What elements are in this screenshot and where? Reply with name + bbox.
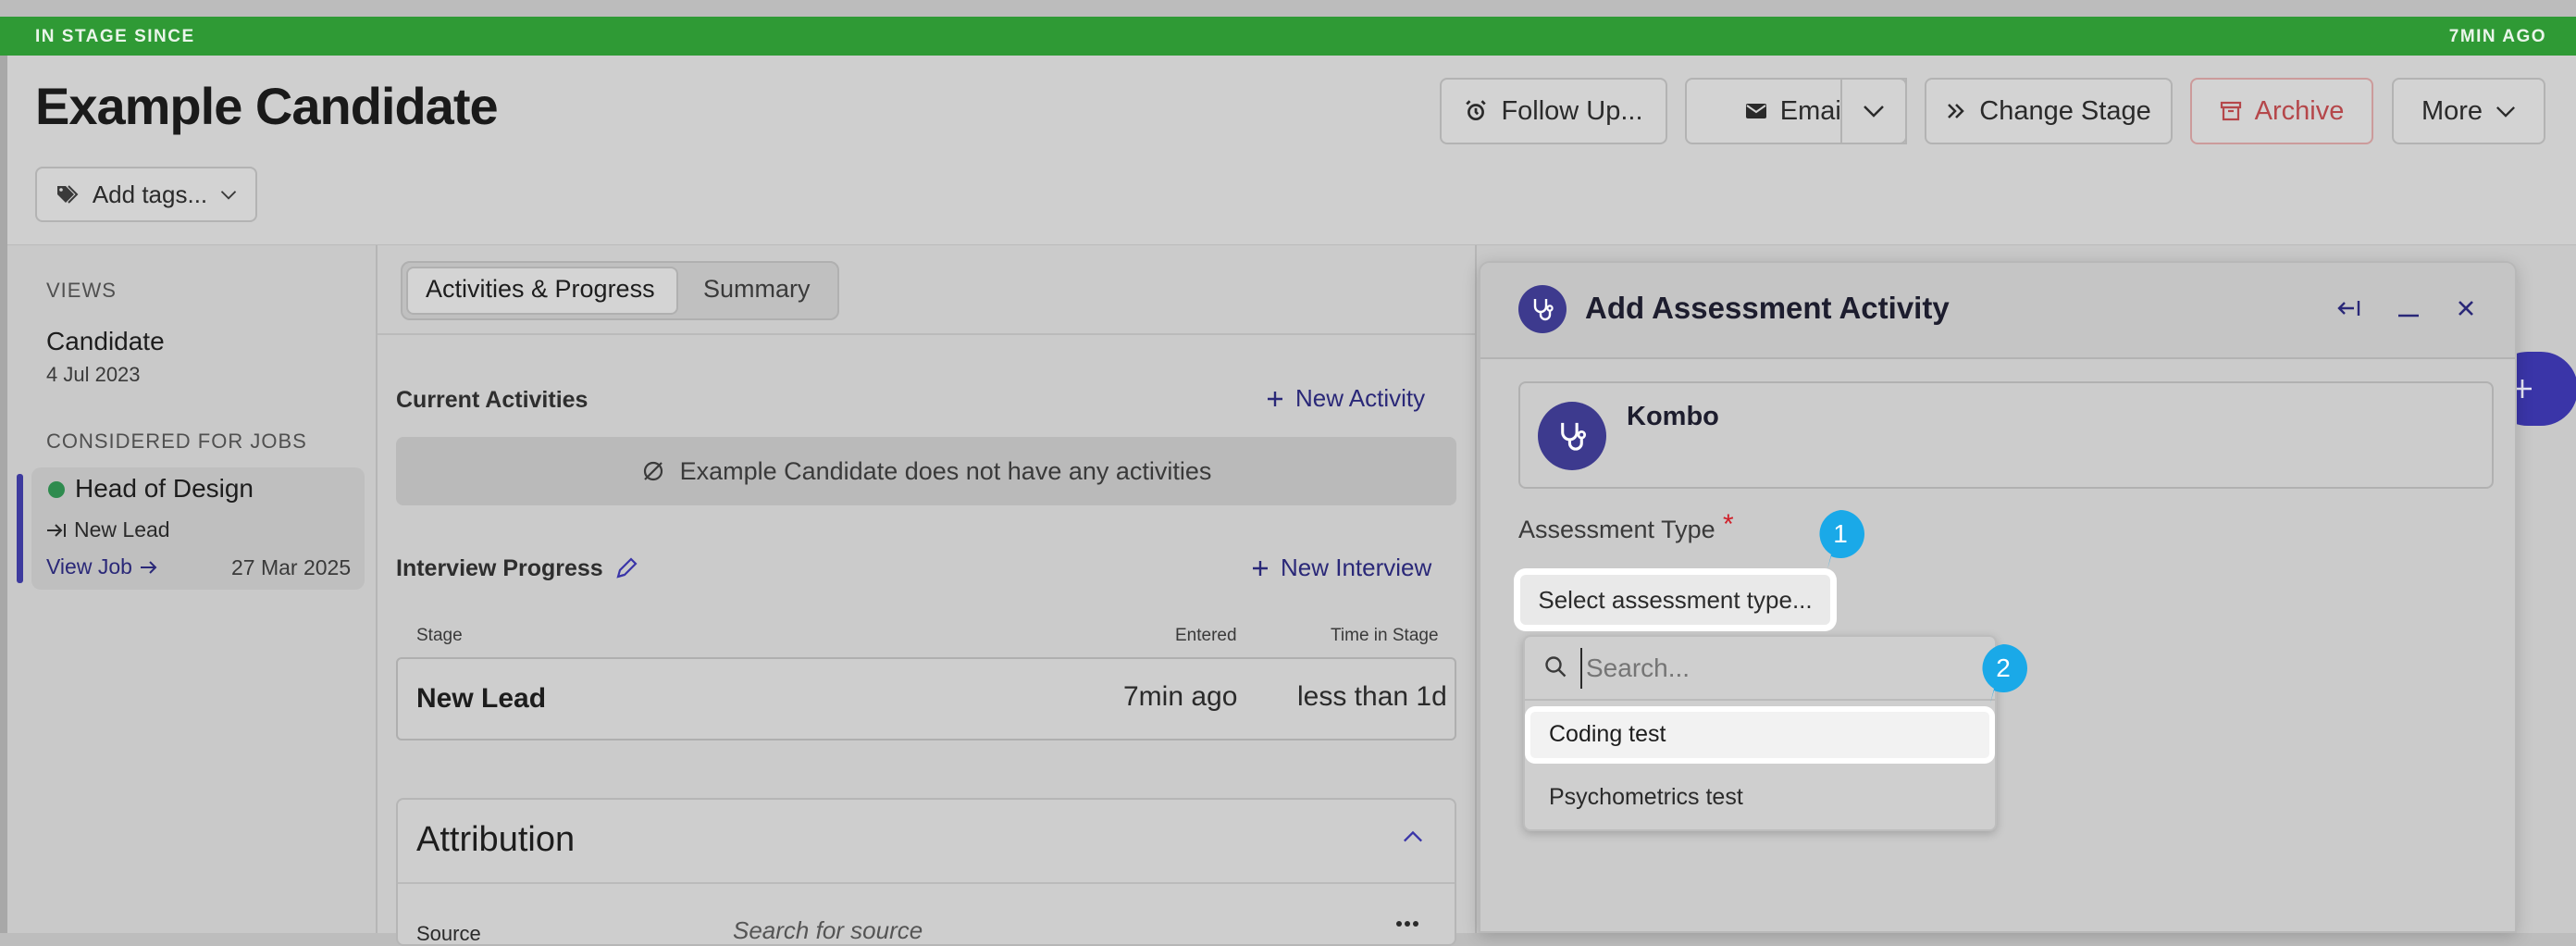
col-time-header: Time in Stage (1331, 626, 1439, 645)
new-interview-button[interactable]: New Interview (1251, 554, 1431, 582)
archive-button[interactable]: Archive (2190, 78, 2373, 144)
callout-badge-1-label: 1 (1833, 519, 1848, 548)
jobs-caption: CONSIDERED FOR JOBS (46, 429, 307, 453)
source-input[interactable]: Search for source (733, 916, 923, 945)
tab-activities-label: Activities & Progress (426, 275, 655, 303)
candidate-name: Example Candidate (35, 77, 499, 135)
current-activities-title: Current Activities (396, 387, 588, 413)
top-strip (0, 0, 2576, 17)
option-coding-test-label: Coding test (1549, 721, 1666, 747)
row-stage: New Lead (416, 683, 547, 714)
pencil-icon (616, 557, 638, 579)
dropdown-divider (1525, 699, 1995, 701)
more-label: More (2421, 95, 2483, 126)
col-stage-header: Stage (416, 626, 463, 645)
callout-badge-2: 2 (1977, 642, 2029, 703)
new-interview-label: New Interview (1281, 554, 1432, 581)
interview-progress-title: Interview Progress (396, 555, 603, 581)
job-title: Head of Design (75, 474, 254, 503)
banner-left-label: IN STAGE SINCE (35, 27, 195, 46)
panel-collapse-button[interactable] (2337, 298, 2361, 318)
job-stage: New Lead (46, 517, 170, 542)
panel-title: Add Assessment Activity (1585, 291, 1950, 325)
attribution-divider (398, 882, 1455, 884)
source-more-button[interactable] (1395, 920, 1419, 927)
empty-activities-text: Example Candidate does not have any acti… (679, 456, 1212, 485)
job-date: 27 Mar 2025 (231, 555, 352, 579)
panel-minimize-button[interactable] (2396, 298, 2421, 318)
minimize-icon (2398, 314, 2419, 317)
option-psychometrics-test[interactable]: Psychometrics test (1549, 784, 1743, 811)
new-activity-button[interactable]: New Activity (1266, 384, 1425, 413)
envelope-icon (1745, 104, 1766, 118)
panel-close-button[interactable] (2456, 298, 2476, 318)
provider-card (1518, 381, 2494, 489)
plus-icon (1268, 391, 1282, 406)
panel-stethoscope-badge (1518, 285, 1567, 333)
empty-set-icon (643, 461, 663, 481)
chevron-down-icon (2496, 106, 2516, 118)
view-job-label: View Job (46, 554, 132, 579)
row-entered: 7min ago (1123, 681, 1238, 712)
job-stage-label: New Lead (74, 517, 170, 541)
email-label: Email (1779, 95, 1848, 126)
tabs-divider (378, 333, 1475, 335)
add-tags-label: Add tags... (92, 180, 208, 208)
add-tags-button[interactable]: Add tags... (35, 167, 257, 222)
callout-badge-1: 1 (1814, 508, 1866, 569)
views-caption: VIEWS (46, 279, 117, 302)
more-button[interactable]: More (2392, 78, 2545, 144)
col-entered-header: Entered (1175, 626, 1237, 645)
email-menu-toggle[interactable] (1840, 78, 1907, 144)
callout-badge-2-label: 2 (1996, 653, 2011, 682)
attribution-title: Attribution (416, 820, 576, 859)
banner-right-label: 7MIN AGO (2448, 27, 2546, 46)
assessment-type-label: Assessment Type (1518, 516, 1715, 543)
provider-icon-badge (1538, 402, 1606, 470)
archive-label: Archive (2254, 95, 2345, 126)
left-edge (0, 56, 7, 933)
stage-banner: IN STAGE SINCE 7MIN AGO (0, 17, 2576, 56)
close-icon (2458, 301, 2473, 316)
follow-up-button[interactable]: Follow Up... (1440, 78, 1667, 144)
job-active-indicator (17, 474, 23, 583)
search-icon (1545, 656, 1567, 678)
new-activity-label: New Activity (1295, 384, 1426, 412)
collapse-attribution-button[interactable] (1403, 830, 1423, 843)
chevron-down-icon (1864, 106, 1884, 118)
chevron-down-icon (220, 190, 237, 200)
assessment-type-select-label: Select assessment type... (1538, 585, 1813, 614)
source-label: Source (416, 922, 481, 945)
view-candidate-link[interactable]: Candidate (46, 327, 165, 356)
view-date: 4 Jul 2023 (46, 363, 141, 386)
change-stage-label: Change Stage (1979, 95, 2151, 126)
follow-up-label: Follow Up... (1501, 95, 1643, 126)
stethoscope-icon (1561, 422, 1587, 451)
chevron-up-icon (1404, 830, 1422, 842)
dropdown-search-input[interactable] (1580, 648, 1976, 689)
arrow-right-icon (140, 560, 157, 574)
tab-summary[interactable]: Summary (703, 275, 811, 304)
edit-interview-progress-button[interactable] (614, 556, 638, 580)
double-chevron-right-icon (1948, 104, 1965, 118)
stethoscope-icon (1533, 299, 1554, 321)
view-job-link[interactable]: View Job (46, 554, 158, 579)
row-time: less than 1d (1297, 681, 1447, 712)
arrow-to-stage-icon (47, 523, 66, 537)
archive-box-icon (2220, 101, 2241, 121)
change-stage-button[interactable]: Change Stage (1925, 78, 2173, 144)
tag-icon (56, 185, 79, 204)
collapse-left-icon (2337, 301, 2360, 316)
job-status-dot (48, 481, 65, 498)
provider-name: Kombo (1627, 402, 1719, 431)
dropdown-search-icon-wrap (1543, 654, 1567, 678)
assessment-type-select[interactable]: Select assessment type... (1518, 573, 1832, 627)
plus-icon (1253, 560, 1268, 576)
empty-activities: Example Candidate does not have any acti… (396, 437, 1456, 505)
required-marker: * (1723, 509, 1734, 540)
alarm-clock-icon (1466, 100, 1487, 121)
more-horizontal-icon (1396, 921, 1418, 927)
